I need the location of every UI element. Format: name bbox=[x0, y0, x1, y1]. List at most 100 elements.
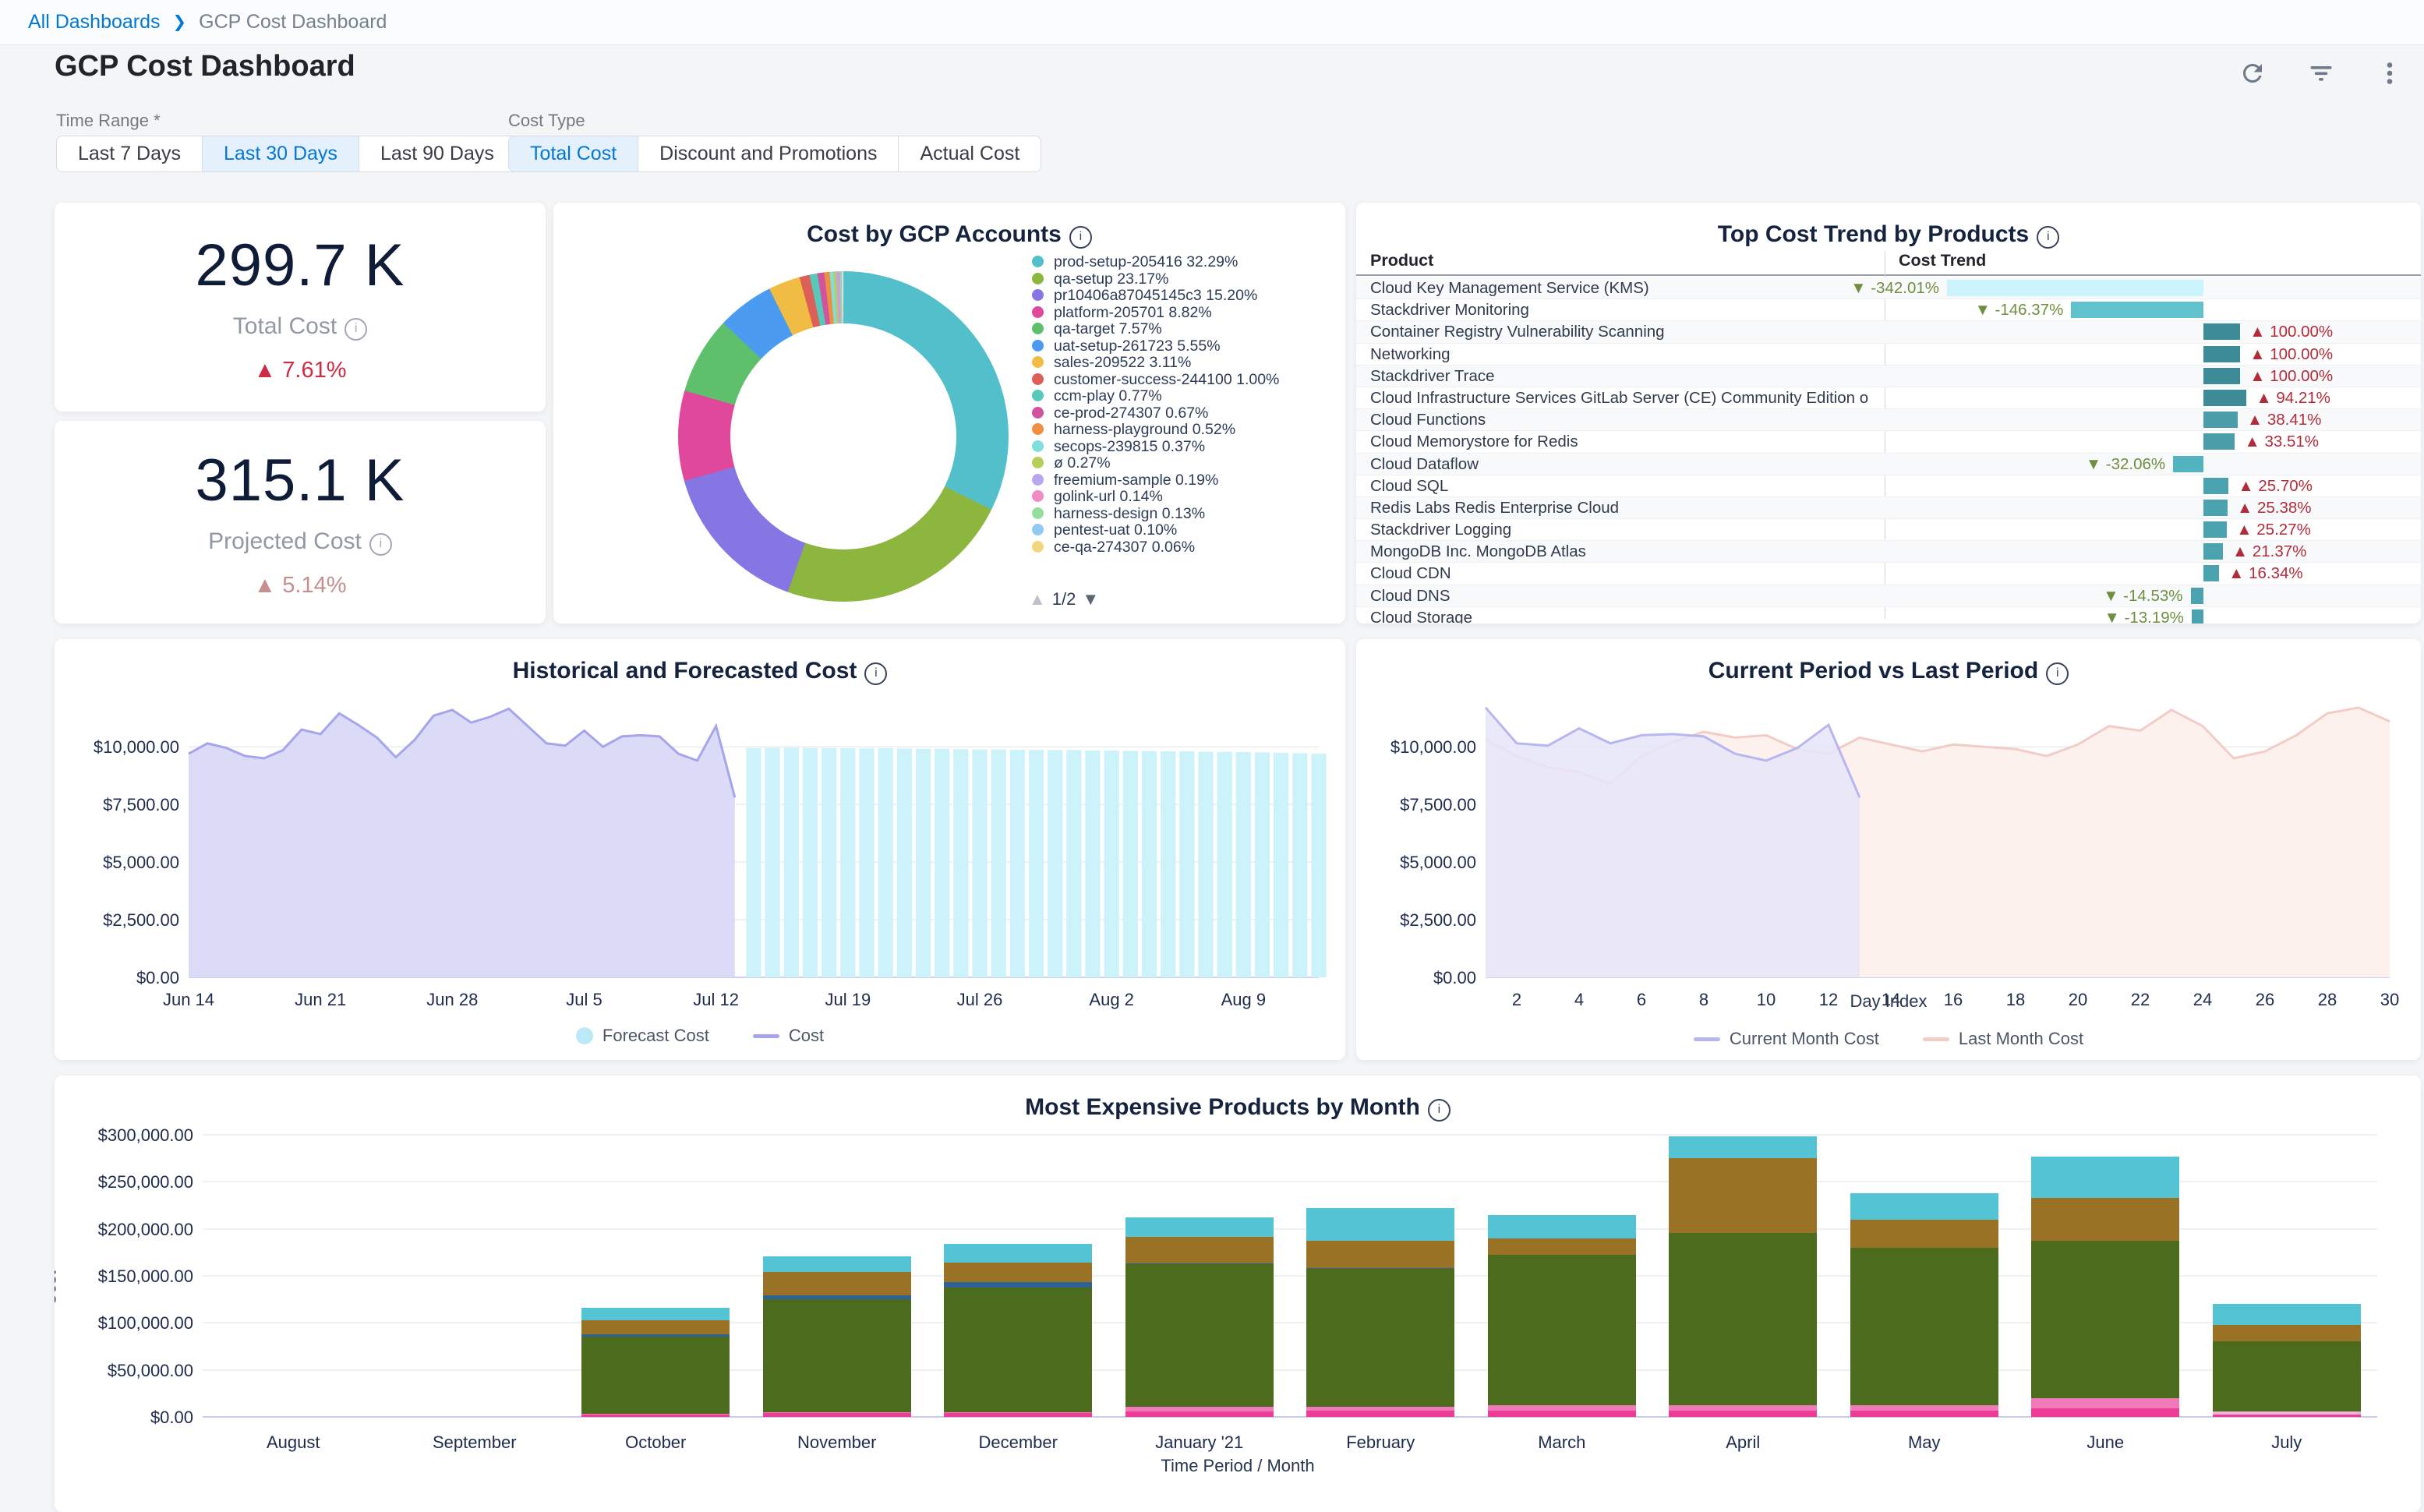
forecast-bar bbox=[822, 748, 836, 977]
legend-item: freemium-sample 0.19% bbox=[1032, 472, 1333, 489]
bar-segment-dark-green bbox=[763, 1299, 911, 1412]
forecast-bar bbox=[1142, 751, 1157, 977]
donut-hole bbox=[730, 323, 956, 549]
table-row: Cloud Storage▼ -13.19% bbox=[1356, 607, 2421, 624]
legend-dot bbox=[1032, 273, 1044, 284]
trend-cell: ▲ 38.41% bbox=[1886, 409, 2415, 430]
legend-dot bbox=[1032, 457, 1044, 468]
y-tick-label: $50,000.00 bbox=[62, 1361, 193, 1381]
info-icon[interactable]: i bbox=[2037, 226, 2059, 249]
bar-segment-dark-green bbox=[1488, 1255, 1636, 1405]
accounts-donut-chart[interactable] bbox=[678, 271, 1009, 602]
product-cell: Cloud Storage bbox=[1370, 609, 1869, 624]
page-down-icon[interactable]: ▼ bbox=[1082, 589, 1099, 609]
time-range-option-1[interactable]: Last 7 Days bbox=[56, 136, 203, 172]
legend-label: pr10406a87045145c3 15.20% bbox=[1054, 288, 1257, 304]
info-icon[interactable]: i bbox=[1428, 1099, 1451, 1122]
filter-icon[interactable] bbox=[2307, 59, 2335, 87]
column-product: Product bbox=[1370, 251, 1433, 270]
bar-segment-magenta bbox=[2213, 1415, 2361, 1417]
trend-bar bbox=[2203, 543, 2223, 560]
trend-cell: ▲ 100.00% bbox=[1886, 344, 2415, 365]
info-icon[interactable]: i bbox=[1069, 226, 1092, 249]
trend-bar bbox=[2203, 412, 2238, 428]
bar-segment-cyan bbox=[2213, 1304, 2361, 1325]
historical-chart: $0.00$2,500.00$5,000.00$7,500.00$10,000.… bbox=[64, 698, 1334, 1030]
stacked-bar bbox=[763, 1256, 911, 1417]
legend-label: qa-setup 23.17% bbox=[1054, 271, 1168, 288]
bar-segment-brown bbox=[944, 1263, 1092, 1282]
product-cell: MongoDB Inc. MongoDB Atlas bbox=[1370, 542, 1869, 561]
info-icon[interactable]: i bbox=[2046, 662, 2069, 685]
bar-segment-magenta bbox=[1125, 1411, 1274, 1417]
trend-value: ▲ 100.00% bbox=[2249, 323, 2333, 341]
table-row: Cloud SQL ▲ 25.70% bbox=[1356, 475, 2421, 497]
legend-dot bbox=[1032, 423, 1044, 435]
page-indicator: 1/2 bbox=[1052, 589, 1076, 609]
bar-segment-magenta bbox=[944, 1413, 1092, 1417]
trend-value: ▲ 21.37% bbox=[2232, 542, 2307, 561]
product-cell: Container Registry Vulnerability Scannin… bbox=[1370, 323, 1869, 341]
bar-segment-light-pink bbox=[1850, 1405, 1998, 1411]
forecast-bar bbox=[878, 748, 893, 977]
legend-dot bbox=[1032, 490, 1044, 502]
forecast-bar bbox=[897, 748, 912, 977]
month-label: April bbox=[1652, 1433, 1834, 1453]
table-row: Cloud CDN▲ 16.34% bbox=[1356, 563, 2421, 585]
historical-forecast-card: Historical and Forecasted Costi $0.00$2,… bbox=[55, 639, 1345, 1060]
bar-segment-brown bbox=[1669, 1158, 1817, 1233]
info-icon[interactable]: i bbox=[369, 533, 392, 556]
y-tick-label: $150,000.00 bbox=[62, 1266, 193, 1287]
projected-cost-card: 315.1 K Projected Costi ▲ 5.14% bbox=[55, 421, 546, 624]
stacked-bar bbox=[581, 1308, 730, 1417]
donut-legend: prod-setup-205416 32.29%qa-setup 23.17%p… bbox=[1032, 254, 1333, 556]
cost-type-option-2[interactable]: Discount and Promotions bbox=[638, 136, 899, 172]
bar-segment-magenta bbox=[1669, 1411, 1817, 1417]
legend-dot bbox=[1032, 356, 1044, 368]
legend-item: ce-qa-274307 0.06% bbox=[1032, 539, 1333, 556]
bar-segment-dark-green bbox=[1306, 1269, 1454, 1407]
monthly-products-title: Most Expensive Products by Monthi bbox=[55, 1076, 2421, 1122]
more-menu-icon[interactable] bbox=[2376, 59, 2404, 87]
donut-legend-pagination: ▲ 1/2 ▼ bbox=[1029, 589, 1099, 609]
trend-cell: ▲ 25.70% bbox=[1886, 475, 2415, 496]
legend-dot bbox=[1032, 524, 1044, 535]
series-area bbox=[1486, 708, 1860, 977]
projected-cost-label: Projected Cost i bbox=[208, 528, 392, 556]
info-icon[interactable]: i bbox=[864, 662, 887, 685]
time-range-option-2[interactable]: Last 30 Days bbox=[202, 136, 359, 172]
table-row: MongoDB Inc. MongoDB Atlas ▲ 21.37% bbox=[1356, 541, 2421, 563]
table-row: Cloud Dataflow▼ -32.06% bbox=[1356, 454, 2421, 475]
projected-cost-label-text: Projected Cost bbox=[208, 528, 362, 554]
forecast-bar bbox=[1066, 750, 1081, 977]
legend-item: prod-setup-205416 32.29% bbox=[1032, 254, 1333, 270]
total-cost-label: Total Costi bbox=[233, 313, 367, 341]
product-cell: Cloud SQL bbox=[1370, 477, 1869, 496]
legend-label: Last Month Cost bbox=[1959, 1029, 2083, 1049]
legend-label: ø 0.27% bbox=[1054, 455, 1111, 472]
table-row: Stackdriver Logging▲ 25.27% bbox=[1356, 519, 2421, 541]
cost-type-option-1[interactable]: Total Cost bbox=[508, 136, 638, 172]
bar-segment-dark-green bbox=[2213, 1341, 2361, 1411]
forecast-bar bbox=[1161, 751, 1175, 977]
breadcrumb-all-dashboards[interactable]: All Dashboards bbox=[28, 11, 161, 34]
time-range-option-3[interactable]: Last 90 Days bbox=[359, 136, 516, 172]
product-cell: Cloud Functions bbox=[1370, 411, 1869, 429]
trend-cell: ▲ 100.00% bbox=[1886, 366, 2415, 387]
table-row: Cloud DNS▼ -14.53% bbox=[1356, 585, 2421, 607]
cost-by-accounts-title: Cost by GCP Accountsi bbox=[553, 203, 1345, 249]
trend-table-header: Product Cost Trend bbox=[1356, 251, 2421, 276]
month-label: July bbox=[2196, 1433, 2378, 1453]
cost-type-option-3[interactable]: Actual Cost bbox=[898, 136, 1041, 172]
stack-plot bbox=[203, 1135, 2377, 1417]
info-icon[interactable]: i bbox=[345, 318, 367, 341]
legend-label: freemium-sample 0.19% bbox=[1054, 472, 1218, 489]
bar-segment-cyan bbox=[763, 1256, 911, 1273]
page-up-icon[interactable]: ▲ bbox=[1029, 589, 1046, 609]
total-cost-card: 299.7 K Total Costi ▲ 7.61% bbox=[55, 203, 546, 412]
refresh-icon[interactable] bbox=[2238, 59, 2267, 87]
legend-item: Current Month Cost bbox=[1694, 1029, 1879, 1049]
trend-cell: ▲ 16.34% bbox=[1886, 563, 2415, 584]
trend-table-body: Cloud Key Management Service (KMS)▼ -342… bbox=[1356, 277, 2421, 624]
projected-cost-value: 315.1 K bbox=[196, 447, 405, 514]
